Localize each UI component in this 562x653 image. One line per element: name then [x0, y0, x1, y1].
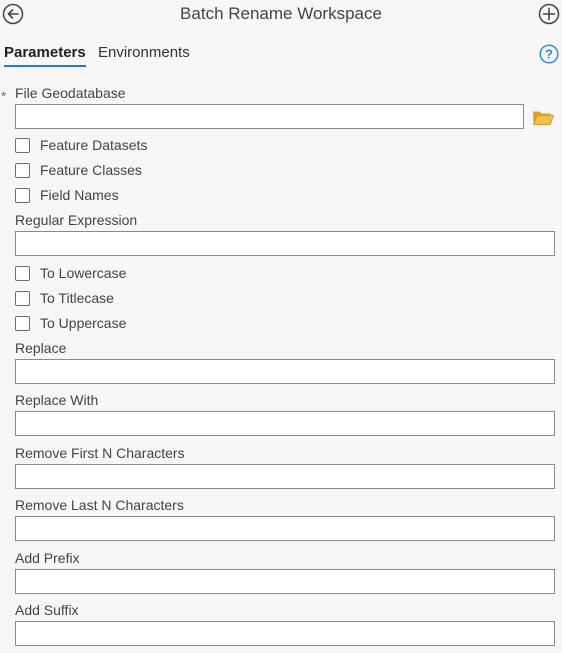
help-icon[interactable]: ? [539, 44, 559, 64]
regular-expression-input[interactable] [15, 231, 555, 256]
header-bar: Batch Rename Workspace [0, 0, 562, 30]
add-suffix-input[interactable] [15, 621, 555, 646]
tab-environments[interactable]: Environments [98, 44, 190, 65]
to-lowercase-label: To Lowercase [40, 265, 127, 281]
remove-first-n-input[interactable] [15, 464, 555, 489]
to-lowercase-checkbox[interactable] [15, 266, 30, 281]
page-title: Batch Rename Workspace [180, 4, 382, 23]
required-marker: * [1, 88, 7, 104]
feature-classes-checkbox[interactable] [15, 163, 30, 178]
field-names-label: Field Names [40, 187, 119, 203]
add-prefix-label: Add Prefix [15, 550, 80, 566]
add-prefix-input[interactable] [15, 569, 555, 594]
remove-first-n-label: Remove First N Characters [15, 445, 185, 461]
feature-classes-label: Feature Classes [40, 162, 142, 178]
folder-icon[interactable] [532, 108, 554, 126]
regular-expression-label: Regular Expression [15, 212, 138, 228]
to-uppercase-label: To Uppercase [40, 315, 127, 331]
to-titlecase-checkbox[interactable] [15, 291, 30, 306]
add-suffix-label: Add Suffix [15, 602, 79, 618]
replace-with-input[interactable] [15, 411, 555, 436]
remove-last-n-label: Remove Last N Characters [15, 497, 184, 513]
feature-datasets-label: Feature Datasets [40, 137, 148, 153]
tab-parameters[interactable]: Parameters [4, 44, 86, 67]
to-titlecase-label: To Titlecase [40, 290, 114, 306]
replace-label: Replace [15, 340, 67, 356]
remove-last-n-input[interactable] [15, 516, 555, 541]
replace-input[interactable] [15, 359, 555, 384]
feature-datasets-checkbox[interactable] [15, 138, 30, 153]
replace-with-label: Replace With [15, 392, 99, 408]
file-geodatabase-label: File Geodatabase [15, 85, 126, 101]
to-uppercase-checkbox[interactable] [15, 316, 30, 331]
svg-text:?: ? [545, 47, 553, 62]
field-names-checkbox[interactable] [15, 188, 30, 203]
tab-bar: Parameters Environments [0, 44, 562, 70]
file-geodatabase-input[interactable] [15, 104, 524, 129]
plus-icon[interactable] [538, 3, 560, 25]
